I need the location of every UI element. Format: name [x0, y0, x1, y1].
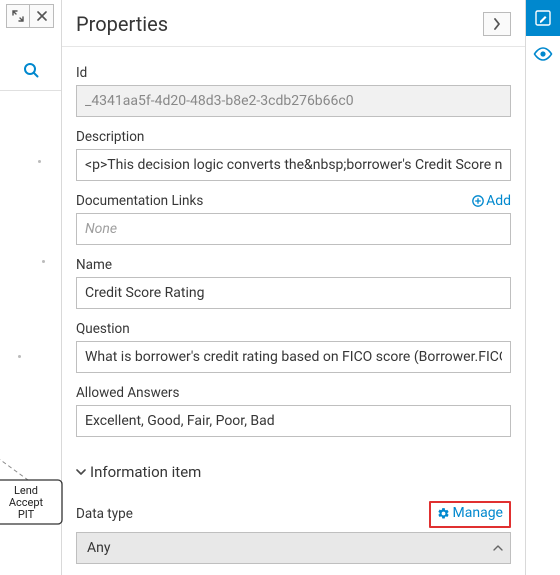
information-item-toggle[interactable]: Information item: [76, 463, 511, 481]
description-label: Description: [76, 129, 511, 145]
edit-tab-button[interactable]: [526, 0, 560, 36]
panel-title: Properties: [76, 12, 168, 36]
right-rail: [526, 0, 560, 575]
gear-icon: [437, 507, 450, 520]
canvas-dot: [38, 160, 41, 163]
manage-label: Manage: [453, 505, 503, 521]
expand-button[interactable]: [6, 4, 30, 28]
panel-collapse-button[interactable]: [483, 12, 511, 36]
doclinks-field[interactable]: [76, 213, 511, 245]
plus-circle-icon: [472, 195, 484, 207]
doclinks-add-button[interactable]: Add: [472, 193, 511, 209]
information-item-section: Information item Data type Manage: [76, 463, 511, 564]
close-icon: [37, 11, 47, 21]
information-item-title: Information item: [90, 463, 201, 481]
rail-divider: [0, 90, 61, 91]
search-button[interactable]: [0, 56, 62, 84]
id-label: Id: [76, 65, 511, 81]
expand-icon: [12, 10, 24, 22]
left-rail: Lend Accept PIT: [0, 0, 62, 575]
panel-header: Properties: [62, 0, 525, 47]
properties-panel: Properties Id Description Documentation …: [62, 0, 526, 575]
answers-label: Allowed Answers: [76, 385, 511, 401]
id-field[interactable]: [76, 85, 511, 117]
manage-highlight: Manage: [429, 501, 511, 528]
manage-button[interactable]: Manage: [437, 505, 503, 521]
canvas-node-fragment: Lend Accept PIT: [0, 440, 50, 540]
eye-icon: [533, 47, 553, 61]
doclinks-label: Documentation Links: [76, 193, 203, 209]
chevron-down-icon: [76, 467, 86, 477]
preview-tab-button[interactable]: [526, 36, 560, 72]
edit-icon: [535, 10, 551, 26]
svg-text:PIT: PIT: [18, 508, 35, 521]
rail-button-group: [6, 4, 54, 28]
doclinks-add-label: Add: [486, 193, 511, 209]
panel-body: Id Description Documentation Links Add N…: [62, 47, 525, 575]
canvas-dot: [42, 260, 45, 263]
datatype-label: Data type: [76, 506, 133, 522]
question-label: Question: [76, 321, 511, 337]
name-label: Name: [76, 257, 511, 273]
datatype-value: Any: [87, 540, 111, 556]
name-field[interactable]: [76, 277, 511, 309]
chevron-right-icon: [493, 18, 501, 30]
search-icon: [23, 62, 39, 78]
canvas-dot: [18, 355, 21, 358]
answers-field[interactable]: [76, 405, 511, 437]
question-field[interactable]: [76, 341, 511, 373]
description-field[interactable]: [76, 149, 511, 181]
close-button[interactable]: [30, 4, 54, 28]
datatype-select[interactable]: Any: [76, 532, 511, 564]
